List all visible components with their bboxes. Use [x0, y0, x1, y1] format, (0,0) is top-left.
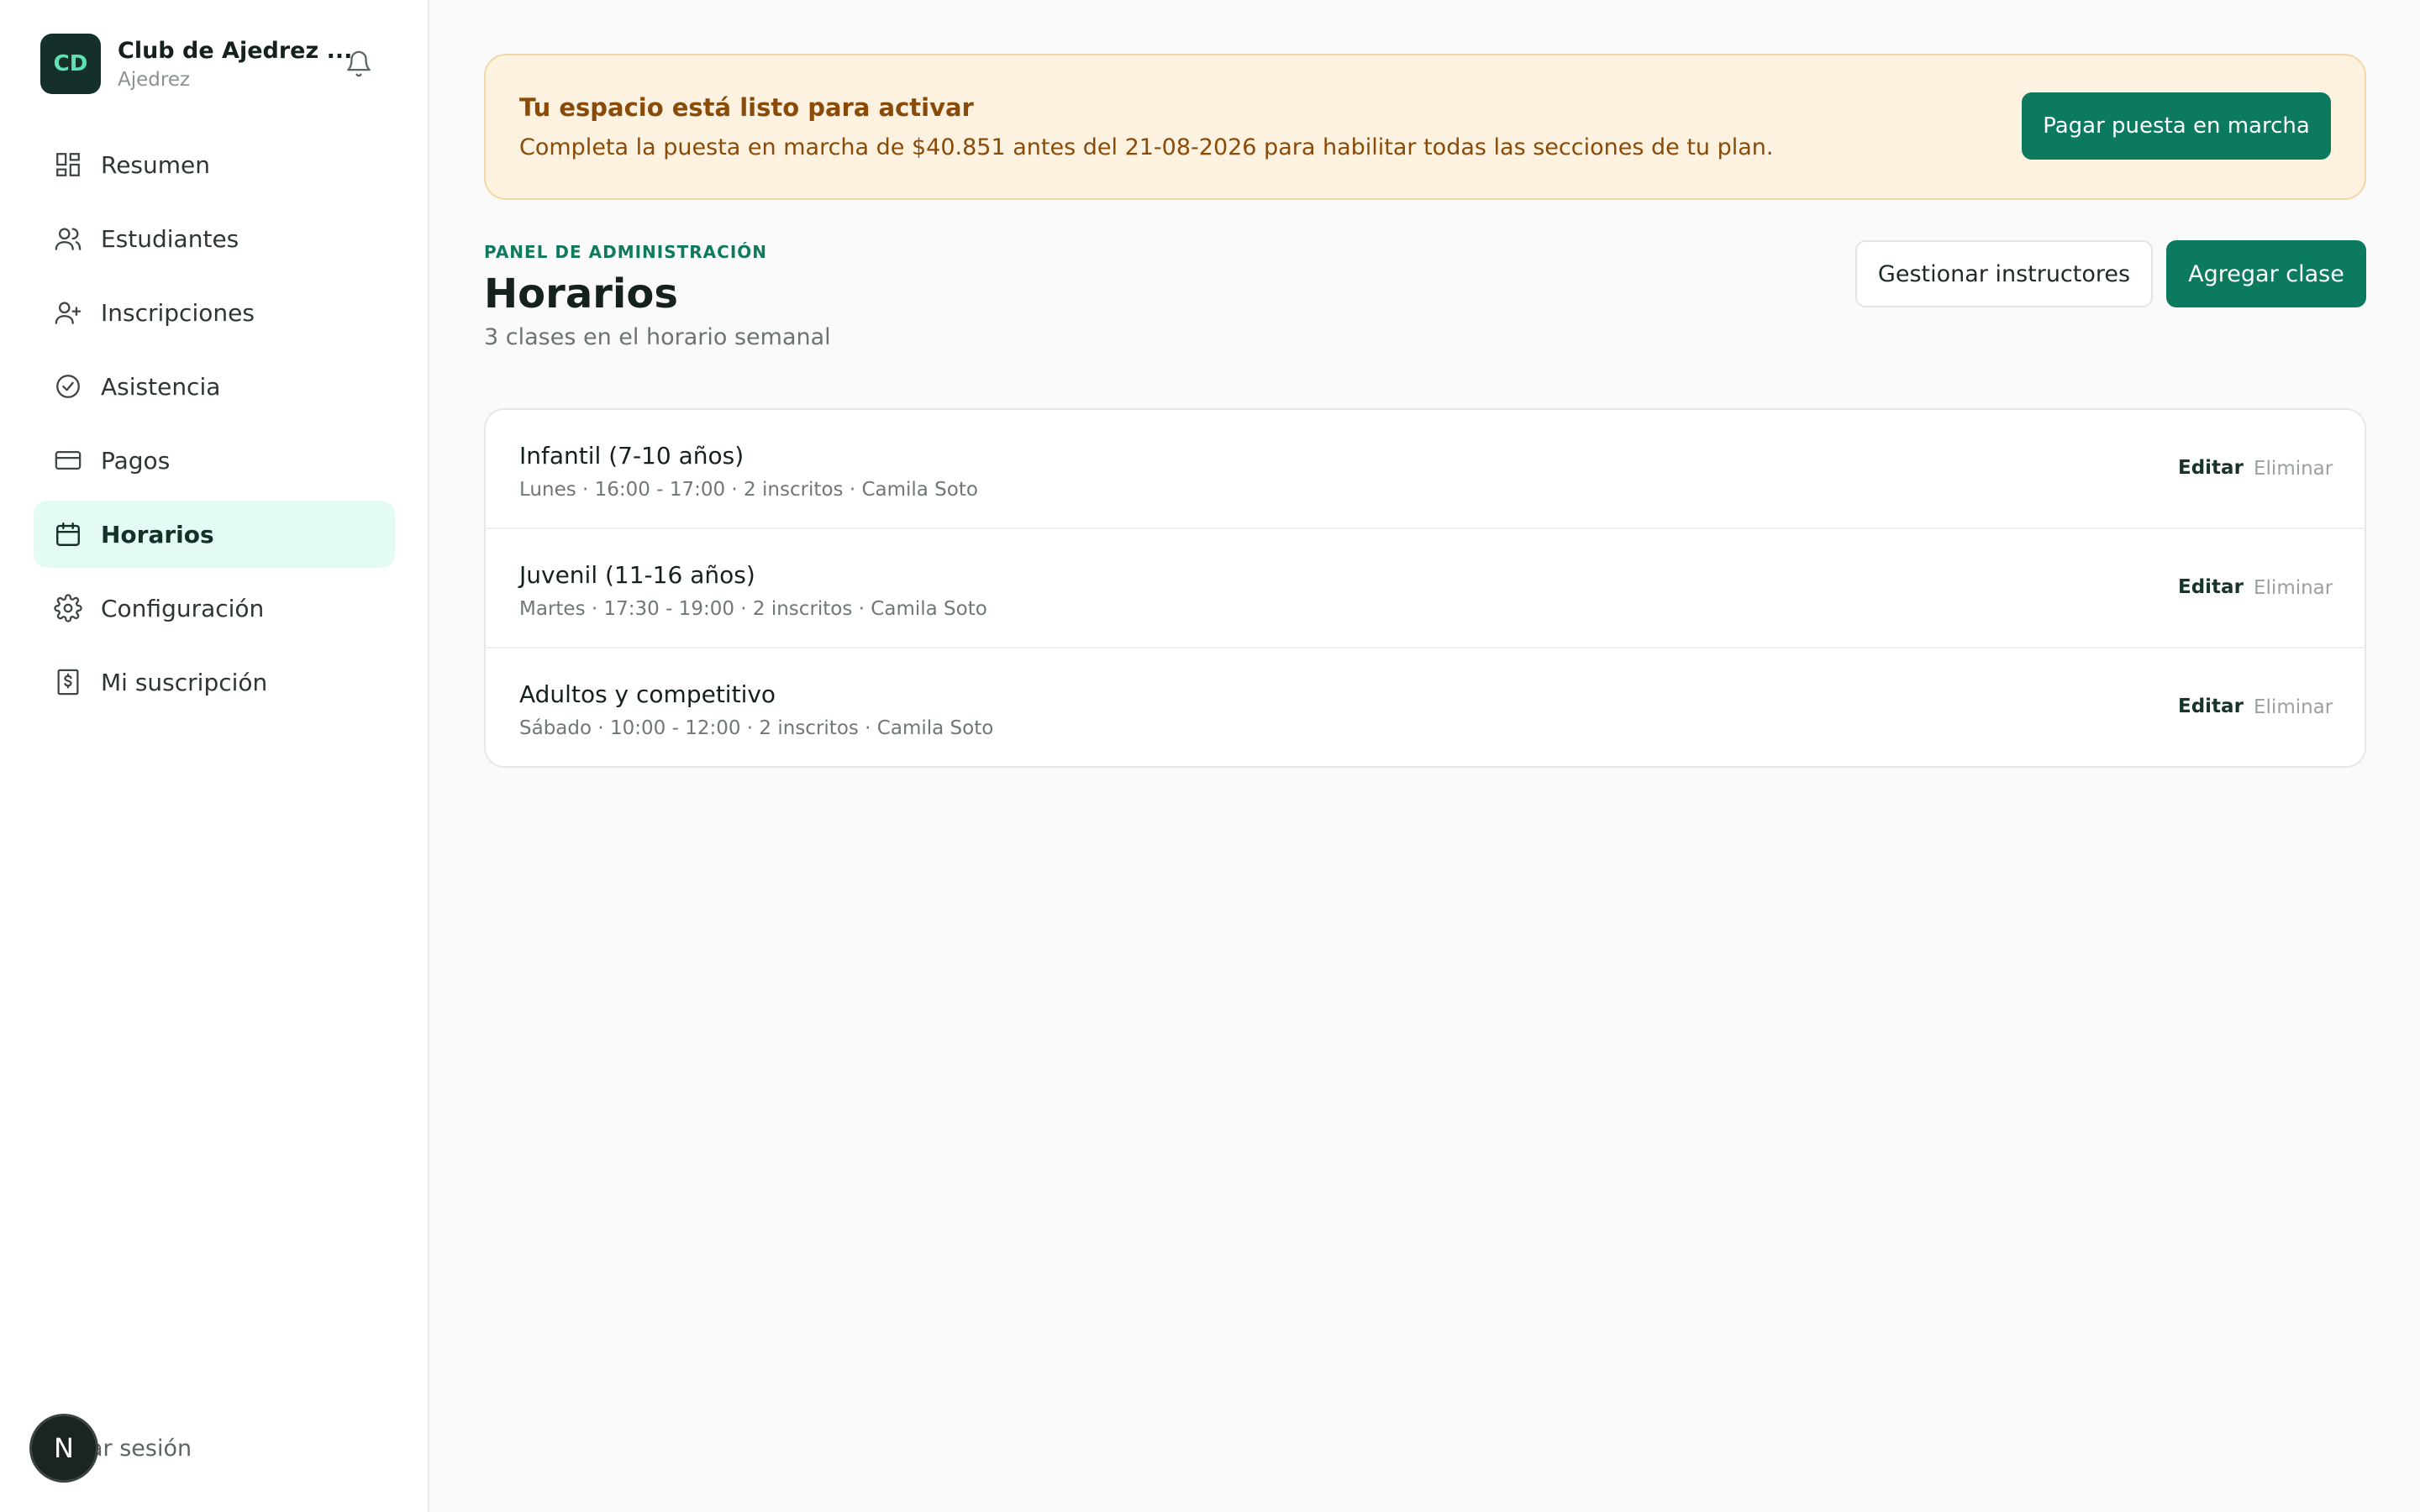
sidebar-item-label: Estudiantes	[101, 224, 239, 253]
sidebar-item-mi-suscripcion[interactable]: Mi suscripción	[34, 648, 395, 716]
sidebar: CD Club de Ajedrez ... Ajedrez Resumen E…	[0, 0, 429, 1512]
activation-banner: Tu espacio está listo para activar Compl…	[484, 54, 2366, 200]
logout-label: ar sesión	[89, 1435, 192, 1462]
edit-button[interactable]: Editar	[2178, 696, 2244, 717]
users-icon	[55, 228, 82, 250]
credit-card-icon	[55, 450, 82, 470]
banner-title: Tu espacio está listo para activar	[519, 93, 974, 122]
sidebar-item-pagos[interactable]: Pagos	[34, 427, 395, 494]
sidebar-item-configuracion[interactable]: Configuración	[34, 575, 395, 642]
calendar-icon	[56, 522, 80, 546]
brand-logo: CD	[40, 34, 101, 94]
edit-button[interactable]: Editar	[2178, 457, 2244, 479]
brand-name: Club de Ajedrez ...	[118, 37, 353, 64]
delete-button[interactable]: Eliminar	[2254, 696, 2333, 718]
class-name: Infantil (7-10 años)	[519, 442, 744, 470]
sidebar-item-label: Pagos	[101, 446, 171, 475]
page-title: Horarios	[484, 270, 678, 318]
list-item: Adultos y competitivo Sábado · 10:00 - 1…	[486, 648, 2365, 766]
sidebar-item-label: Configuración	[101, 594, 265, 622]
manage-instructors-button[interactable]: Gestionar instructores	[1855, 240, 2153, 307]
class-meta: Martes · 17:30 - 19:00 · 2 inscritos · C…	[519, 598, 987, 620]
bell-icon[interactable]	[345, 49, 373, 79]
pay-setup-button[interactable]: Pagar puesta en marcha	[2022, 92, 2331, 160]
delete-button[interactable]: Eliminar	[2254, 577, 2333, 599]
class-meta: Lunes · 16:00 - 17:00 · 2 inscritos · Ca…	[519, 479, 978, 501]
sidebar-item-resumen[interactable]: Resumen	[34, 131, 395, 198]
sidebar-item-label: Horarios	[101, 520, 214, 549]
class-meta: Sábado · 10:00 - 12:00 · 2 inscritos · C…	[519, 717, 994, 739]
banner-text: Completa la puesta en marcha de $40.851 …	[519, 134, 1774, 160]
list-item: Infantil (7-10 años) Lunes · 16:00 - 17:…	[486, 410, 2365, 529]
sidebar-item-asistencia[interactable]: Asistencia	[34, 353, 395, 420]
delete-button[interactable]: Eliminar	[2254, 458, 2333, 480]
dashboard-icon	[56, 153, 80, 176]
class-list: Infantil (7-10 años) Lunes · 16:00 - 17:…	[484, 408, 2366, 768]
page-subtitle: 3 clases en el horario semanal	[484, 324, 831, 350]
class-name: Adultos y competitivo	[519, 680, 776, 708]
page-eyebrow: PANEL DE ADMINISTRACIÓN	[484, 242, 768, 262]
sidebar-item-horarios[interactable]: Horarios	[34, 501, 395, 568]
sidebar-item-label: Resumen	[101, 150, 211, 179]
class-name: Juvenil (11-16 años)	[519, 561, 755, 589]
gear-icon	[54, 594, 82, 622]
brand[interactable]: CD Club de Ajedrez ... Ajedrez	[40, 34, 352, 94]
sidebar-item-label: Mi suscripción	[101, 668, 268, 696]
logout-button[interactable]: N ar sesión	[32, 1416, 192, 1480]
edit-button[interactable]: Editar	[2178, 576, 2244, 598]
avatar[interactable]: N	[32, 1416, 96, 1480]
receipt-dollar-icon	[57, 669, 79, 696]
sidebar-nav: Resumen Estudiantes Inscripciones Asiste…	[34, 131, 395, 722]
sidebar-item-estudiantes[interactable]: Estudiantes	[34, 205, 395, 272]
user-plus-icon	[55, 302, 82, 324]
sidebar-item-label: Inscripciones	[101, 298, 255, 327]
add-class-button[interactable]: Agregar clase	[2166, 240, 2366, 307]
sidebar-item-label: Asistencia	[101, 372, 221, 401]
list-item: Juvenil (11-16 años) Martes · 17:30 - 19…	[486, 529, 2365, 648]
brand-text: Club de Ajedrez ... Ajedrez	[118, 38, 352, 91]
brand-subtitle: Ajedrez	[118, 68, 191, 91]
check-circle-icon	[56, 375, 80, 398]
sidebar-item-inscripciones[interactable]: Inscripciones	[34, 279, 395, 346]
